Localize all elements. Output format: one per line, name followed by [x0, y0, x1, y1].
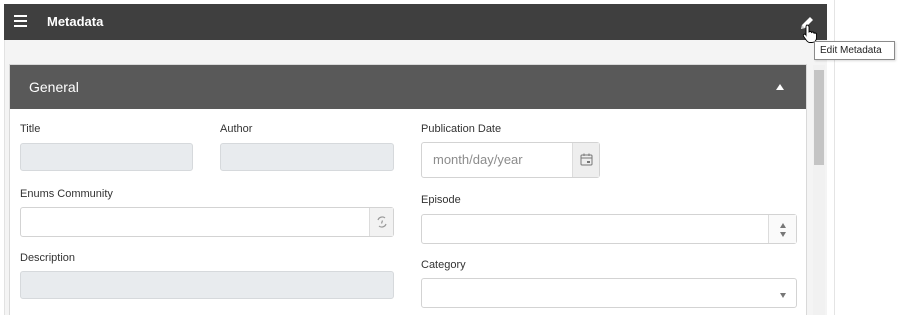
category-label: Category [421, 259, 466, 271]
chevron-down-icon [780, 293, 786, 298]
stepper-up-icon[interactable] [780, 223, 786, 228]
section-title: General [29, 79, 79, 95]
stepper-down-icon[interactable] [780, 232, 786, 237]
publication-date-label: Publication Date [421, 123, 502, 135]
enums-community-label: Enums Community [20, 188, 113, 200]
panel-title: Metadata [47, 14, 104, 29]
enum-lookup-icon [377, 216, 387, 228]
author-label: Author [220, 123, 253, 135]
general-section-header[interactable]: General [10, 65, 806, 109]
calendar-icon [580, 153, 593, 166]
title-label: Title [20, 123, 41, 135]
description-field[interactable] [20, 271, 394, 299]
category-select[interactable] [421, 278, 797, 308]
metadata-topbar: Metadata [4, 4, 827, 40]
publication-date-field[interactable]: month/day/year [421, 142, 600, 178]
enum-lookup-button[interactable] [369, 208, 393, 236]
enums-community-field[interactable] [20, 207, 394, 237]
episode-label: Episode [421, 194, 461, 206]
episode-field[interactable] [421, 214, 797, 244]
date-placeholder: month/day/year [433, 152, 523, 167]
caret-up-icon[interactable] [776, 84, 784, 90]
scrollbar-thumb[interactable] [814, 70, 824, 165]
hamburger-menu-icon[interactable] [14, 15, 27, 29]
title-field[interactable] [20, 143, 193, 171]
vertical-scrollbar[interactable] [813, 65, 825, 315]
episode-stepper [768, 215, 796, 243]
description-label: Description [20, 252, 76, 264]
calendar-button[interactable] [572, 143, 599, 177]
general-section-card: General Title Author Publication Date mo… [9, 64, 807, 315]
edit-metadata-tooltip: Edit Metadata [814, 41, 895, 60]
author-field[interactable] [220, 143, 394, 171]
